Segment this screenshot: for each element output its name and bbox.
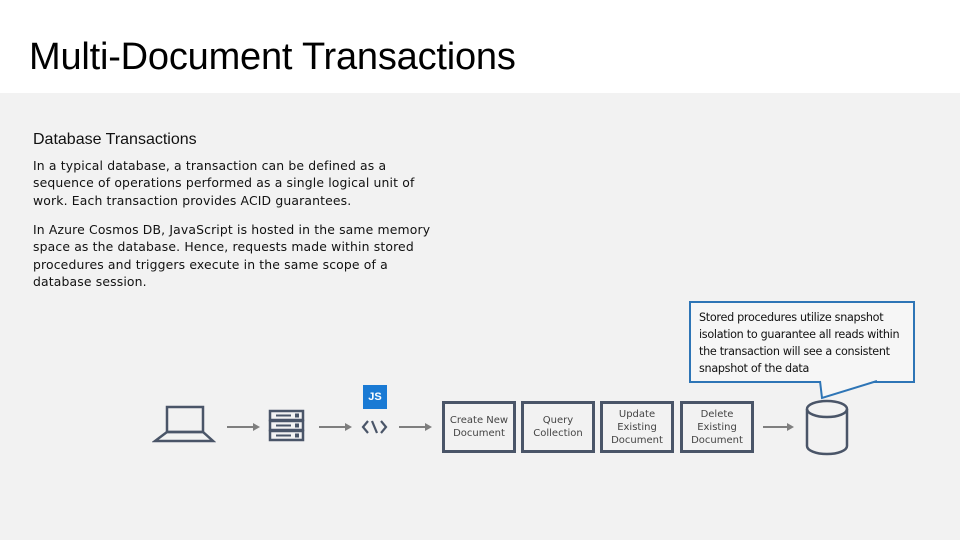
step-create-document: Create New Document xyxy=(442,401,516,453)
step-update-document: Update Existing Document xyxy=(600,401,674,453)
step-label: Update Existing Document xyxy=(611,408,663,446)
step-label: Create New Document xyxy=(449,415,509,439)
arrow-icon xyxy=(227,423,260,431)
callout-text: Stored procedures utilize snapshot isola… xyxy=(699,311,900,375)
callout-box: Stored procedures utilize snapshot isola… xyxy=(689,301,915,383)
section-heading: Database Transactions xyxy=(33,131,197,148)
code-icon xyxy=(361,420,388,434)
slide-title: Multi-Document Transactions xyxy=(29,36,516,78)
paragraph-transactions: In a typical database, a transaction can… xyxy=(33,158,415,208)
arrow-icon xyxy=(319,423,352,431)
step-query-collection: Query Collection xyxy=(521,401,595,453)
database-cylinder-icon xyxy=(805,399,849,456)
step-label: Delete Existing Document xyxy=(691,408,743,446)
arrow-icon xyxy=(763,423,794,431)
step-delete-document: Delete Existing Document xyxy=(680,401,754,453)
laptop-icon xyxy=(152,405,216,443)
server-icon xyxy=(268,409,305,442)
javascript-badge: JS xyxy=(363,385,387,409)
arrow-icon xyxy=(399,423,432,431)
paragraph-cosmos-js: In Azure Cosmos DB, JavaScript is hosted… xyxy=(33,222,431,289)
step-label: Query Collection xyxy=(533,415,583,439)
title-band: Multi-Document Transactions xyxy=(0,0,960,93)
